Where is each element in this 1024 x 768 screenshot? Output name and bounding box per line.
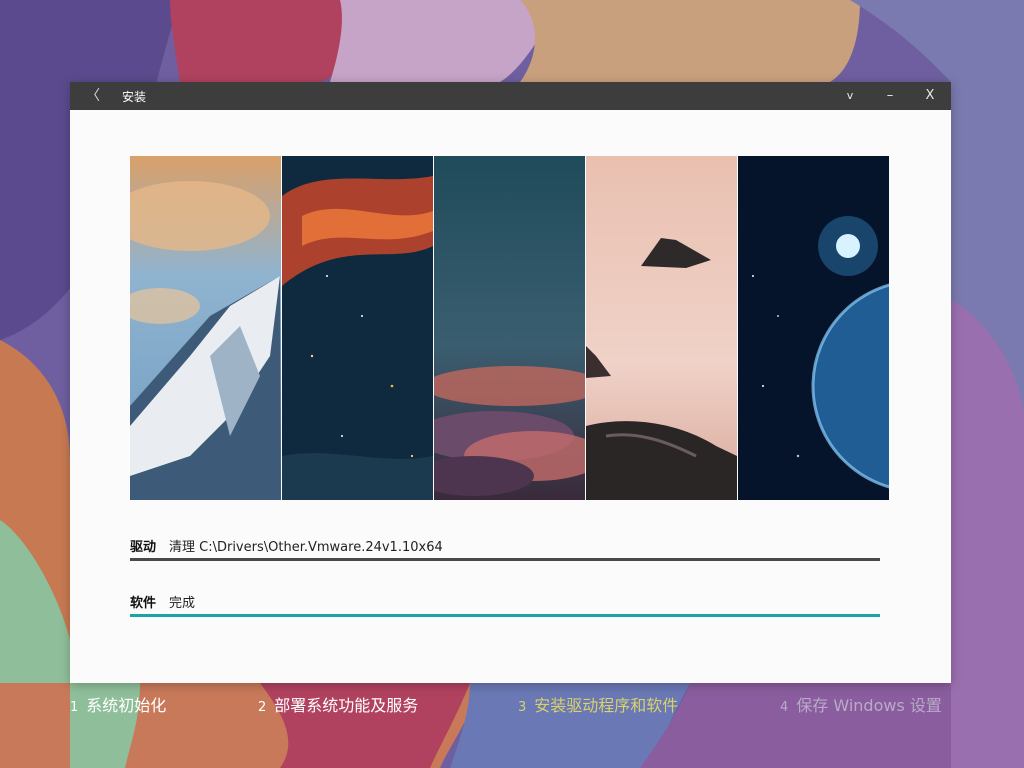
step-item-current: 3 安装驱动程序和软件 <box>518 692 678 716</box>
step-label: 保存 Windows 设置 <box>796 696 942 715</box>
progress-label: 软件 <box>130 596 157 611</box>
step-label: 安装驱动程序和软件 <box>534 696 679 715</box>
close-icon[interactable]: X <box>918 86 942 106</box>
wallpaper-planet <box>738 156 889 500</box>
step-number: 1 <box>70 700 79 715</box>
window-title: 安装 <box>122 90 147 104</box>
step-label: 系统初始化 <box>86 696 167 715</box>
progress-label: 驱动 <box>130 540 157 555</box>
wallpaper-nebula <box>282 156 433 500</box>
progress-bar-track <box>130 558 880 561</box>
title-bar: 〈 安装 v – X <box>70 82 951 110</box>
step-item: 2 部署系统功能及服务 <box>258 692 418 716</box>
progress-status: 清理 C:\Drivers\Other.Vmware.24v1.10x64 <box>169 540 443 555</box>
wallpaper-preview-strip <box>130 156 889 500</box>
step-number: 4 <box>780 700 789 715</box>
step-number: 3 <box>518 700 527 715</box>
setup-steps: 1 系统初始化 2 部署系统功能及服务 3 安装驱动程序和软件 4 保存 Windows… <box>0 692 1024 716</box>
wallpaper-mountain <box>130 156 281 500</box>
step-item: 4 保存 Windows 设置 <box>780 692 942 716</box>
step-label: 部署系统功能及服务 <box>274 696 419 715</box>
wallpaper-clouds <box>434 156 585 500</box>
chevron-left-icon[interactable]: 〈 <box>84 86 102 106</box>
wallpaper-rocks <box>586 156 737 500</box>
progress-bar-fill <box>130 558 880 561</box>
chevron-down-icon[interactable]: v <box>838 86 862 106</box>
progress-bar-fill <box>130 614 880 617</box>
installer-window: 〈 安装 v – X 驱动 清理 C:\Drivers\Other.Vmware… <box>70 82 951 683</box>
minimize-icon[interactable]: – <box>878 86 902 106</box>
progress-status: 完成 <box>169 596 196 611</box>
step-item: 1 系统初始化 <box>70 692 166 716</box>
progress-bar-track <box>130 614 880 617</box>
step-number: 2 <box>258 700 267 715</box>
